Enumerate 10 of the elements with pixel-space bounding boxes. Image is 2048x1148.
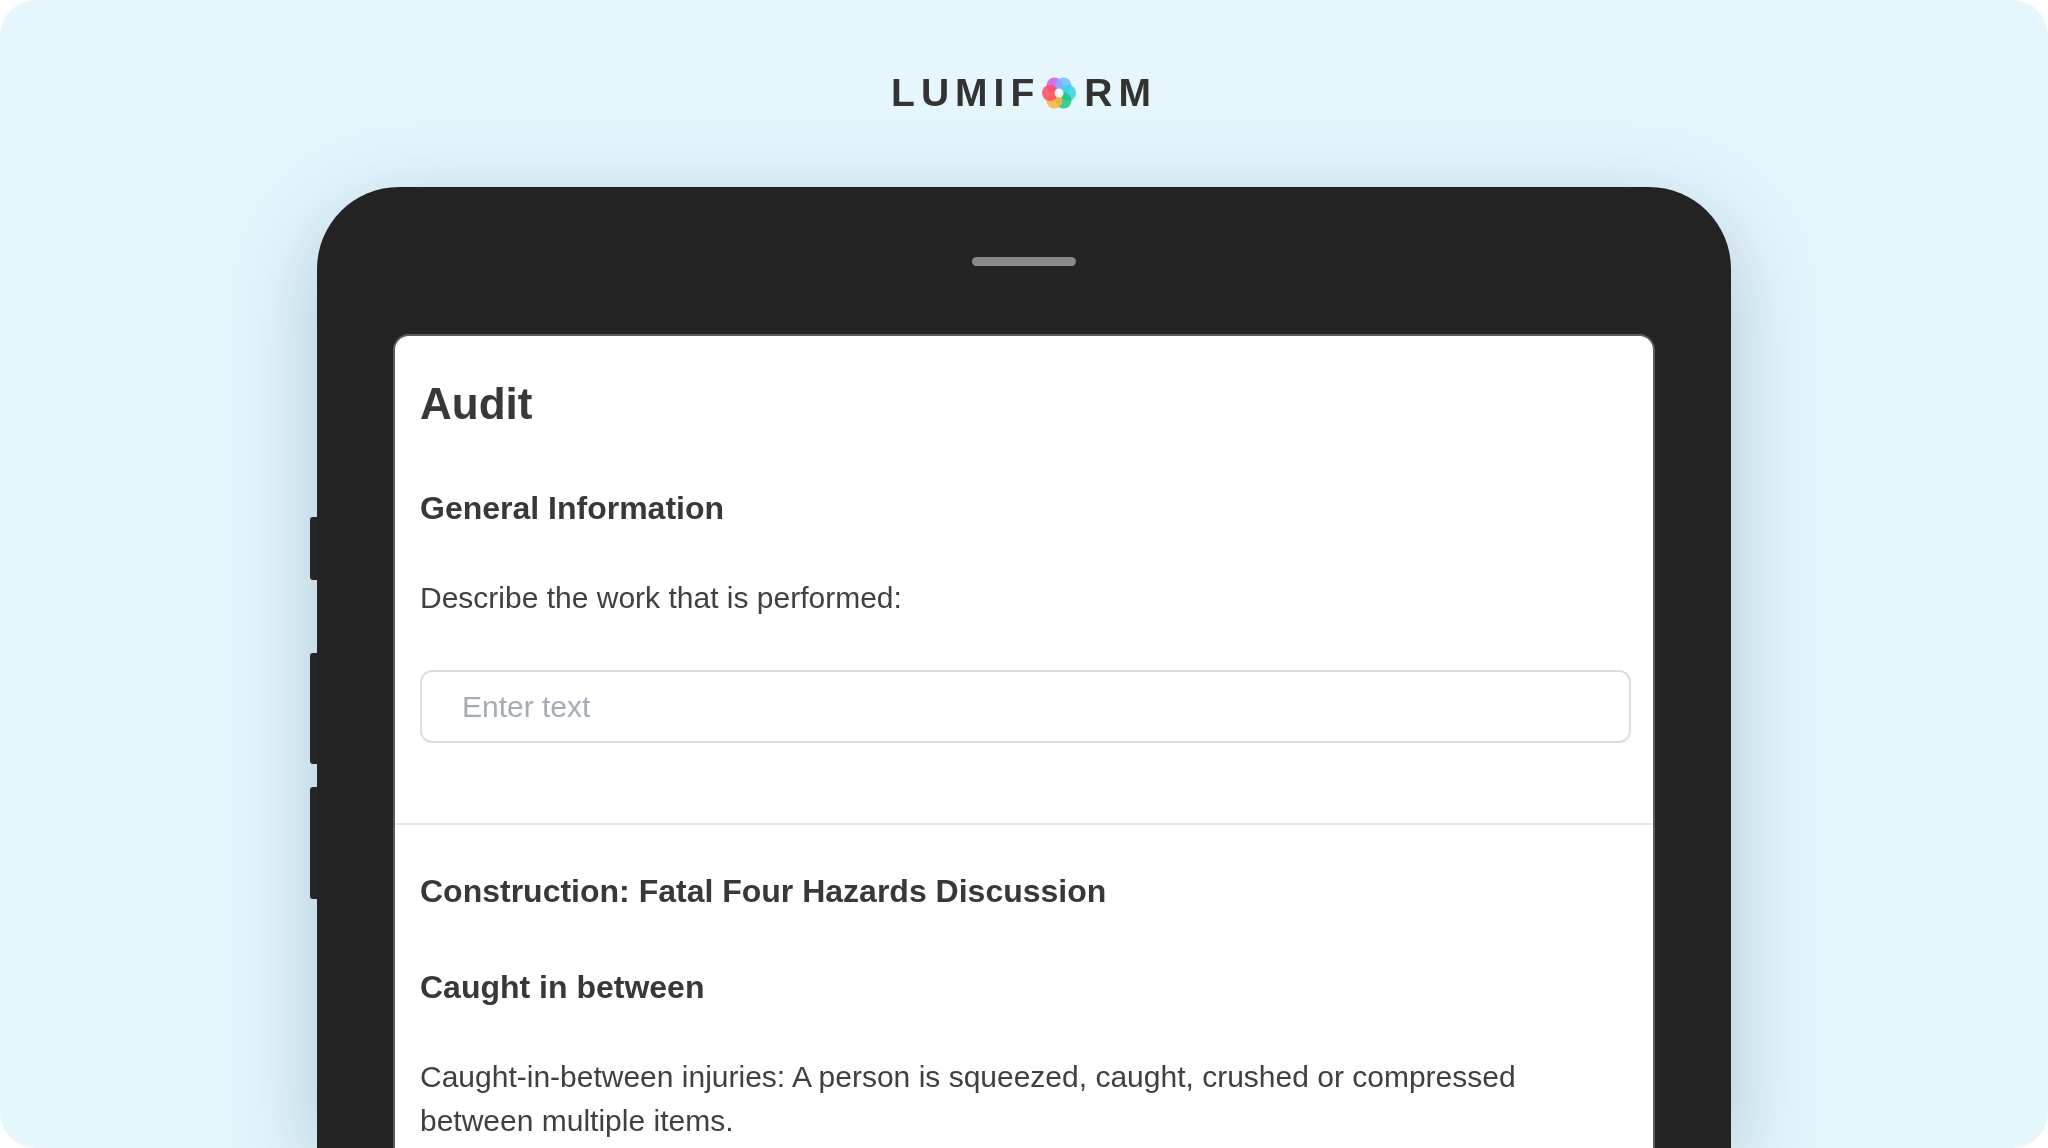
subheading: Caught in between [420,967,705,1006]
logo-text: RM [1084,73,1157,112]
description-text: Caught-in-between injuries: A person is squeezed, caught, crushed or compressed between multiple items. [420,1058,1517,1139]
section-heading: Construction: Fatal Four Hazards Discussion [420,872,1107,911]
question-label: Describe the work that is performed: [420,580,902,617]
text-input[interactable]: Enter text [420,670,1631,744]
flower-logo-icon [1042,75,1077,110]
logo-text: LUMIF [891,73,1041,112]
form-title: Audit [420,378,533,430]
section-heading: General Information [420,488,725,528]
